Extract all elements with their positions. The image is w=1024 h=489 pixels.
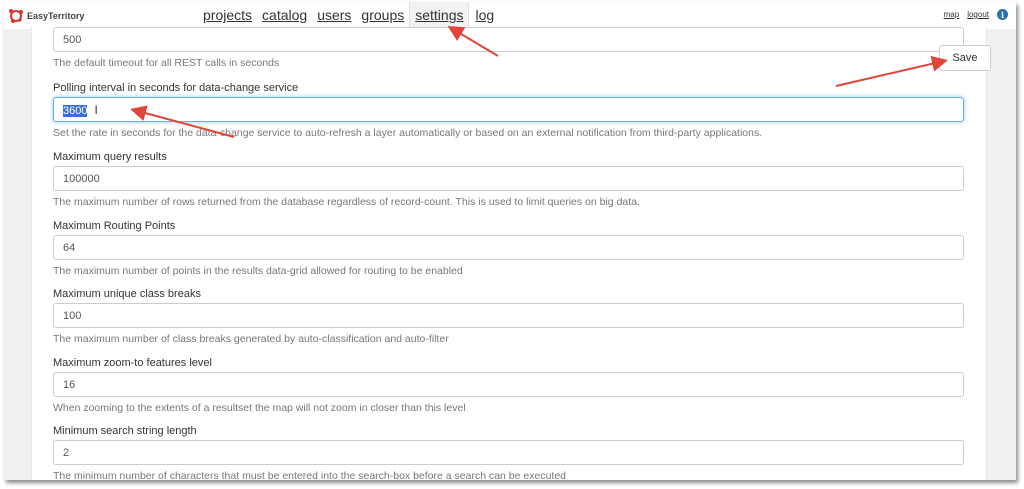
- polling-interval-help: Set the rate in seconds for the data-cha…: [53, 127, 763, 139]
- nav-settings[interactable]: settings: [409, 2, 470, 29]
- top-right-links: map logout i: [936, 9, 1008, 20]
- settings-panel: 500 The default timeout for all REST cal…: [31, 27, 987, 480]
- max-query-results-label: Maximum query results: [53, 151, 167, 163]
- nav-log[interactable]: log: [475, 2, 494, 29]
- min-search-length-input[interactable]: 2: [53, 440, 964, 465]
- max-zoom-level-label: Maximum zoom-to features level: [53, 357, 212, 369]
- map-link[interactable]: map: [944, 10, 960, 19]
- max-class-breaks-input[interactable]: 100: [53, 303, 964, 328]
- rest-timeout-help: The default timeout for all REST calls i…: [53, 57, 280, 69]
- setting-rest-timeout: 500 The default timeout for all REST cal…: [53, 27, 968, 70]
- nav-catalog[interactable]: catalog: [262, 2, 307, 29]
- setting-max-zoom-level: Maximum zoom-to features level 16 When z…: [53, 356, 968, 415]
- screenshot-frame: EasyTerritory projects catalog users gro…: [4, 2, 1016, 480]
- max-class-breaks-label: Maximum unique class breaks: [53, 288, 201, 300]
- info-icon[interactable]: i: [997, 9, 1008, 20]
- max-zoom-level-input[interactable]: 16: [53, 372, 964, 397]
- nav-groups[interactable]: groups: [361, 2, 404, 29]
- app-name: EasyTerritory: [27, 11, 85, 21]
- max-zoom-level-help: When zooming to the extents of a results…: [53, 402, 466, 414]
- logout-link[interactable]: logout: [967, 10, 989, 19]
- polling-interval-input[interactable]: 3600 I: [53, 97, 964, 122]
- rest-timeout-input[interactable]: 500: [53, 27, 964, 52]
- setting-min-search-length: Minimum search string length 2 The minim…: [53, 424, 968, 480]
- text-cursor-icon: I: [94, 103, 98, 117]
- top-navigation-bar: EasyTerritory projects catalog users gro…: [4, 2, 1016, 29]
- polling-interval-value: 3600: [63, 105, 88, 117]
- min-search-length-label: Minimum search string length: [53, 425, 197, 437]
- nav-projects[interactable]: projects: [203, 2, 252, 29]
- main-nav: projects catalog users groups settings l…: [203, 2, 504, 29]
- setting-max-routing-points: Maximum Routing Points 64 The maximum nu…: [53, 219, 968, 278]
- max-query-results-help: The maximum number of rows returned from…: [53, 196, 640, 208]
- app-logo[interactable]: EasyTerritory: [8, 8, 84, 24]
- polling-interval-label: Polling interval in seconds for data-cha…: [53, 82, 299, 94]
- easyterritory-logo-icon: [9, 9, 23, 23]
- setting-polling-interval: Polling interval in seconds for data-cha…: [53, 81, 968, 140]
- max-query-results-input[interactable]: 100000: [53, 166, 964, 191]
- setting-max-class-breaks: Maximum unique class breaks 100 The maxi…: [53, 287, 968, 346]
- max-routing-points-label: Maximum Routing Points: [53, 220, 176, 232]
- max-routing-points-input[interactable]: 64: [53, 235, 964, 260]
- nav-users[interactable]: users: [317, 2, 351, 29]
- max-class-breaks-help: The maximum number of class breaks gener…: [53, 333, 449, 345]
- save-button[interactable]: Save: [939, 45, 991, 71]
- setting-max-query-results: Maximum query results 100000 The maximum…: [53, 150, 968, 209]
- max-routing-points-help: The maximum number of points in the resu…: [53, 265, 463, 277]
- min-search-length-help: The minimum number of characters that mu…: [53, 470, 567, 480]
